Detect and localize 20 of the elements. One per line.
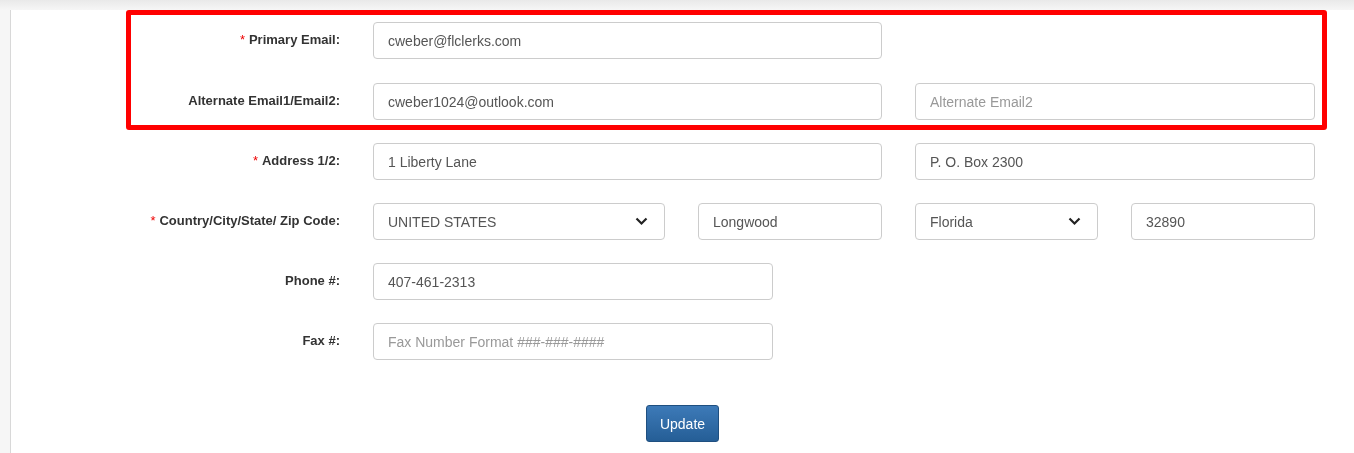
input-field[interactable]: Longwood <box>698 203 882 240</box>
input-field[interactable]: cweber1024@outlook.com <box>373 83 882 120</box>
chevron-down-icon <box>1068 217 1081 226</box>
field-label: Phone #: <box>284 272 340 288</box>
field-label: Fax #: <box>301 332 340 348</box>
input-field[interactable]: 1 Liberty Lane <box>373 143 882 180</box>
field-label: Alternate Email1/Email2: <box>187 92 340 108</box>
field-label: * Country/City/State/ Zip Code: <box>149 212 340 228</box>
dropdown[interactable]: UNITED STATES <box>373 203 665 240</box>
field-label: * Address 1/2: <box>251 152 340 168</box>
field-label: * Primary Email: <box>238 31 340 47</box>
input-field[interactable]: Fax Number Format ###-###-#### <box>373 323 773 360</box>
input-field[interactable]: 407-461-2313 <box>373 263 773 300</box>
input-field[interactable]: 32890 <box>1131 203 1315 240</box>
input-field[interactable]: Alternate Email2 <box>915 83 1315 120</box>
dropdown[interactable]: Florida <box>915 203 1098 240</box>
input-field[interactable]: cweber@flclerks.com <box>373 22 882 59</box>
chevron-down-icon <box>635 217 648 226</box>
input-field[interactable]: P. O. Box 2300 <box>915 143 1315 180</box>
update-button[interactable]: Update <box>645 405 720 442</box>
